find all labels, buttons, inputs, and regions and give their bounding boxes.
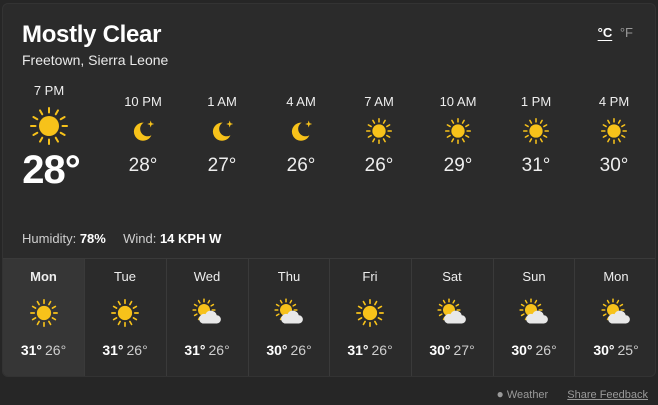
low-temp: 26°	[290, 342, 312, 358]
day-name: Fri	[362, 269, 378, 284]
sun-cloud-icon	[192, 298, 222, 328]
fahrenheit-option[interactable]: °F	[620, 25, 633, 40]
hour-temperature: 26°	[364, 155, 394, 176]
hour-time: 7 AM	[364, 94, 394, 109]
footer: ● Weather Share Feedback	[497, 387, 648, 401]
hour-time: 4 PM	[598, 94, 630, 109]
wind-label: Wind:	[123, 231, 157, 246]
sun-cloud-icon	[437, 298, 467, 328]
day-item[interactable]: Sat 30° 27°	[411, 259, 492, 376]
hour-temperature: 30°	[599, 155, 629, 176]
hour-item: 1 AM 27°	[192, 80, 252, 177]
wind-value: 14 KPH W	[159, 231, 222, 246]
hourly-forecast: 7 PM 28° 10 PM 28° 1 AM 27° 4 AM 26° 7 A…	[3, 80, 655, 193]
moon-star-icon	[129, 117, 157, 145]
low-temp: 26°	[535, 342, 557, 358]
humidity-value: 78%	[79, 231, 106, 246]
hour-item: 10 AM 29°	[428, 80, 488, 177]
moon-star-icon	[208, 117, 236, 145]
weather-card: Mostly Clear Freetown, Sierra Leone °C °…	[2, 3, 656, 377]
day-item[interactable]: Fri 31° 26°	[329, 259, 410, 376]
high-temp: 30°	[593, 342, 615, 358]
high-temp: 31°	[184, 342, 206, 358]
low-temp: 27°	[453, 342, 475, 358]
weather-brand: ● Weather	[496, 387, 549, 401]
humidity-label: Humidity:	[22, 231, 77, 246]
current-temperature: 28°	[22, 148, 81, 192]
day-item-selected[interactable]: Mon 31° 26°	[3, 259, 84, 376]
daily-forecast: Mon 31° 26° Tue 31° 26° Wed 31° 26° Thu 30°…	[3, 258, 655, 376]
high-temp: 30°	[266, 342, 288, 358]
hour-item: 1 PM 31°	[506, 80, 566, 177]
sun-icon	[355, 298, 385, 328]
location-label: Freetown, Sierra Leone	[22, 52, 169, 68]
high-temp: 31°	[347, 342, 369, 358]
sun-icon	[365, 117, 393, 145]
day-name: Wed	[193, 269, 221, 284]
day-name: Mon	[30, 269, 57, 284]
day-name: Sun	[522, 269, 546, 284]
hour-temperature: 28°	[128, 155, 158, 176]
high-temp: 31°	[102, 342, 124, 358]
hour-time: 10 AM	[439, 94, 477, 109]
unit-toggle[interactable]: °C °F	[598, 25, 633, 40]
apple-icon: ●	[496, 387, 504, 401]
low-temp: 26°	[208, 342, 230, 358]
day-item[interactable]: Wed 31° 26°	[166, 259, 247, 376]
sun-cloud-icon	[274, 298, 304, 328]
low-temp: 26°	[371, 342, 393, 358]
day-item[interactable]: Tue 31° 26°	[84, 259, 165, 376]
hour-time: 4 AM	[286, 94, 316, 109]
share-feedback-link[interactable]: Share Feedback	[567, 389, 648, 401]
hour-temperature: 26°	[286, 155, 316, 176]
sun-icon	[110, 298, 140, 328]
hour-temperature: 27°	[207, 155, 237, 176]
current-time: 7 PM	[33, 83, 65, 98]
day-item[interactable]: Sun 30° 26°	[493, 259, 574, 376]
day-item[interactable]: Mon 30° 25°	[574, 259, 655, 376]
humidity-wind-row: Humidity: 78% Wind: 14 KPH W	[22, 231, 221, 246]
sun-cloud-icon	[519, 298, 549, 328]
day-name: Sat	[442, 269, 462, 284]
condition-title: Mostly Clear	[22, 21, 162, 48]
sun-icon	[29, 106, 69, 146]
hour-time: 10 PM	[124, 94, 162, 109]
hour-item: 10 PM 28°	[113, 80, 173, 177]
high-temp: 30°	[511, 342, 533, 358]
hour-item: 4 AM 26°	[271, 80, 331, 177]
hour-temperature: 29°	[443, 155, 473, 176]
low-temp: 26°	[45, 342, 67, 358]
sun-icon	[600, 117, 628, 145]
hour-time: 1 AM	[207, 94, 237, 109]
day-item[interactable]: Thu 30° 26°	[248, 259, 329, 376]
hour-item: 7 AM 26°	[349, 80, 409, 177]
sun-icon	[522, 117, 550, 145]
sun-icon	[444, 117, 472, 145]
high-temp: 30°	[429, 342, 451, 358]
day-name: Thu	[277, 269, 301, 284]
moon-star-icon	[287, 117, 315, 145]
day-name: Tue	[114, 269, 136, 284]
hour-time: 1 PM	[520, 94, 552, 109]
sun-cloud-icon	[601, 298, 631, 328]
sun-icon	[29, 298, 59, 328]
low-temp: 25°	[617, 342, 639, 358]
hour-temperature: 31°	[521, 155, 551, 176]
low-temp: 26°	[126, 342, 148, 358]
hour-item: 4 PM 30°	[584, 80, 644, 177]
high-temp: 31°	[20, 342, 42, 358]
celsius-option[interactable]: °C	[598, 25, 613, 40]
current-hour: 7 PM 28°	[17, 80, 81, 193]
day-name: Mon	[603, 269, 629, 284]
